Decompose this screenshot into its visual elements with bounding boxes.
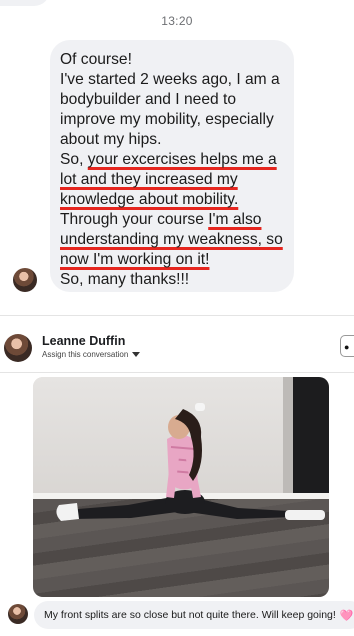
message-line: So, your excercises helps me a: [60, 150, 284, 170]
message-line: lot and they increased my: [60, 170, 284, 190]
previous-message-bubble: [0, 0, 50, 6]
sender-avatar[interactable]: [13, 268, 37, 292]
caret-down-icon: [132, 352, 141, 357]
message-line: I've started 2 weeks ago, I am a: [60, 71, 280, 88]
message-text: Through your course: [60, 211, 209, 228]
message-timestamp: 13:20: [161, 14, 193, 28]
message-line: improve my mobility, especially: [60, 111, 274, 128]
message-line: knowledge about mobility.: [60, 190, 284, 210]
underlined-text: now I'm working on it!: [60, 251, 210, 268]
underlined-text: lot and they increased my: [60, 171, 238, 188]
caption-sender-avatar[interactable]: [8, 604, 28, 624]
message-line: bodybuilder and I need to: [60, 91, 237, 108]
caption-text: My front splits are so close but not qui…: [44, 609, 336, 621]
section-divider: [0, 372, 354, 373]
message-line: now I'm working on it!: [60, 250, 284, 270]
more-options-button[interactable]: ●: [340, 335, 354, 357]
pink-heart-icon: 🩷: [339, 609, 354, 622]
assign-conversation-dropdown[interactable]: Assign this conversation: [42, 350, 141, 359]
contact-name[interactable]: Leanne Duffin: [42, 334, 125, 348]
shared-photo[interactable]: [33, 377, 329, 597]
assign-label: Assign this conversation: [42, 350, 129, 359]
split-stretch-figure: [56, 403, 325, 521]
underlined-text: your excercises helps me a: [87, 151, 277, 168]
underlined-text: knowledge about mobility.: [60, 191, 239, 208]
message-line: understanding my weakness, so: [60, 230, 284, 250]
message-line: about my hips.: [60, 131, 162, 148]
ellipsis-icon: ●: [344, 342, 350, 352]
underlined-text: I'm also: [208, 211, 262, 228]
message-text: So,: [60, 151, 88, 168]
section-divider: [0, 315, 354, 316]
contact-avatar[interactable]: [4, 334, 32, 362]
incoming-message-bubble: Of course! I've started 2 weeks ago, I a…: [50, 40, 294, 292]
message-line: Through your course I'm also: [60, 210, 284, 230]
message-line: Of course!: [60, 51, 132, 68]
caption-message-bubble: My front splits are so close but not qui…: [34, 601, 354, 629]
message-line: So, many thanks!!!: [60, 271, 190, 288]
underlined-text: understanding my weakness, so: [60, 231, 283, 248]
